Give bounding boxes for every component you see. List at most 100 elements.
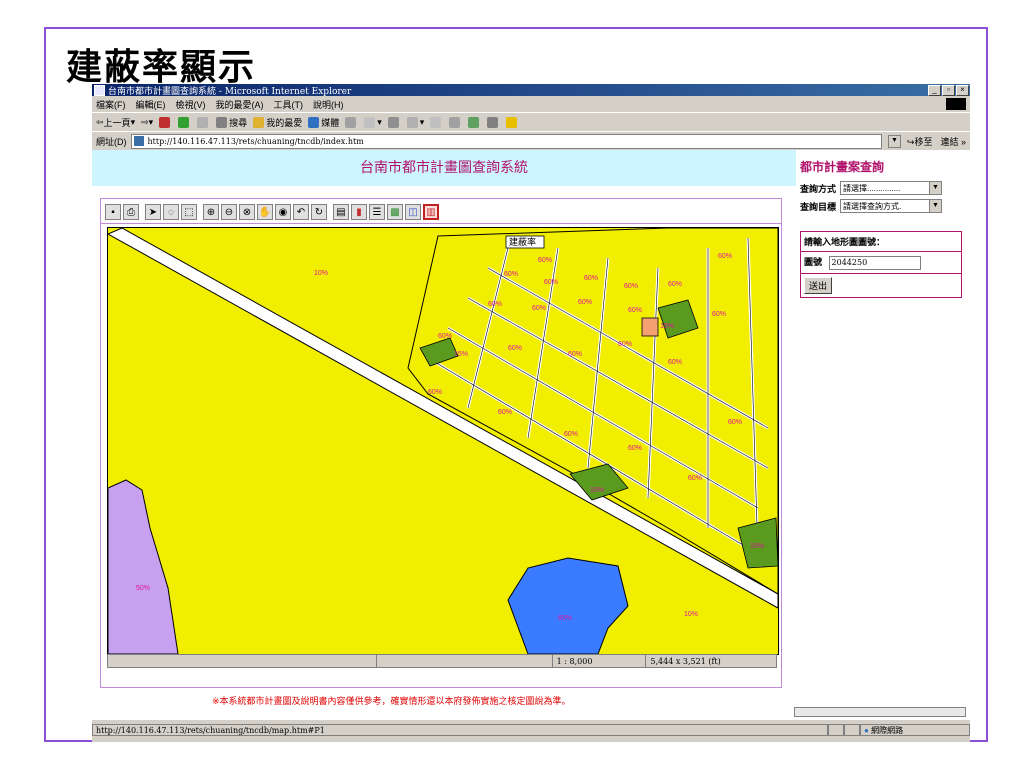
media-icon bbox=[308, 116, 320, 128]
map-canvas[interactable]: 建蔽率 10% 60% 60% 60% 60% 60% 60% 60% 60% … bbox=[107, 227, 779, 655]
document-icon: ▤ bbox=[336, 206, 346, 218]
search-button[interactable]: 搜尋 bbox=[216, 116, 247, 129]
overview-tool[interactable]: ◫ bbox=[405, 204, 421, 220]
layer-tool[interactable]: ☰ bbox=[369, 204, 385, 220]
maximize-button[interactable]: ▫ bbox=[942, 84, 955, 96]
map-status-cell-2 bbox=[377, 655, 553, 667]
previous-extent-tool[interactable]: ↶ bbox=[293, 204, 309, 220]
address-dropdown[interactable]: ▼ bbox=[887, 134, 901, 148]
map-status-cell-1 bbox=[108, 655, 378, 667]
address-url: http://140.116.47.113/rets/chuaning/tncd… bbox=[147, 136, 364, 146]
rect-select-tool[interactable]: ⬚ bbox=[181, 204, 197, 220]
print-tool[interactable]: ⎙ bbox=[123, 204, 139, 220]
menu-file[interactable]: 檔案(F) bbox=[96, 98, 126, 111]
previous-icon: ↶ bbox=[296, 206, 306, 218]
research-icon bbox=[449, 116, 461, 128]
map-label: 15% bbox=[660, 323, 674, 330]
query-method-value: 請選擇............... bbox=[843, 183, 901, 193]
menu-bar: 檔案(F) 編輯(E) 檢視(V) 我的最愛(A) 工具(T) 說明(H) bbox=[92, 96, 970, 113]
zoom-out-icon: ⊖ bbox=[224, 206, 234, 218]
query-method-row: 查詢方式 請選擇............... ▼ bbox=[800, 181, 970, 195]
circle-select-tool[interactable]: ◌ bbox=[163, 204, 179, 220]
zoom-box-tool[interactable]: ⊗ bbox=[239, 204, 255, 220]
refresh-map-tool[interactable]: ↻ bbox=[311, 204, 327, 220]
status-cell bbox=[828, 724, 844, 736]
map-label: 60% bbox=[568, 351, 582, 358]
minimize-button[interactable]: _ bbox=[928, 84, 941, 96]
coverage-ratio-icon: ▥ bbox=[426, 206, 436, 218]
query-panel: 都市計畫案查詢 查詢方式 請選擇............... ▼ 查詢目標 請… bbox=[800, 158, 970, 298]
map-status-bar: 1 : 8,000 5,444 x 3,521 (ft) bbox=[107, 654, 777, 668]
menu-view[interactable]: 檢視(V) bbox=[176, 98, 206, 111]
mail-button[interactable]: ▾ bbox=[364, 116, 382, 128]
refresh-button[interactable] bbox=[178, 116, 191, 128]
links-button[interactable]: 連結 » bbox=[940, 135, 966, 148]
sheet-search-box: 請輸入地形圖圖號： 圖號 送出 bbox=[800, 231, 962, 298]
stop-button[interactable] bbox=[159, 116, 172, 128]
zoning-color-icon: ▩ bbox=[390, 206, 400, 218]
horizontal-scrollbar[interactable] bbox=[794, 707, 966, 717]
identify-tool[interactable]: ▤ bbox=[333, 204, 349, 220]
research-button[interactable] bbox=[449, 116, 462, 128]
globe-icon: ● bbox=[864, 725, 869, 735]
home-button[interactable] bbox=[197, 116, 210, 128]
menu-tools[interactable]: 工具(T) bbox=[274, 98, 304, 111]
menu-help[interactable]: 說明(H) bbox=[313, 98, 344, 111]
close-button[interactable]: × bbox=[956, 84, 969, 96]
edit-icon bbox=[406, 116, 418, 128]
query-method-select[interactable]: 請選擇............... ▼ bbox=[840, 181, 943, 195]
favorites-button[interactable]: 我的最愛 bbox=[253, 116, 302, 129]
map-label: 60% bbox=[538, 257, 552, 264]
map-label: 60% bbox=[488, 301, 502, 308]
submit-button[interactable]: 送出 bbox=[804, 276, 833, 294]
map-label: 60% bbox=[558, 615, 572, 622]
zoom-out-tool[interactable]: ⊖ bbox=[221, 204, 237, 220]
favorites-icon bbox=[253, 116, 265, 128]
zoom-in-tool[interactable]: ⊕ bbox=[203, 204, 219, 220]
forward-button[interactable]: ⇨ ▾ bbox=[141, 117, 153, 128]
menu-favorites[interactable]: 我的最愛(A) bbox=[216, 98, 264, 111]
full-extent-tool[interactable]: ◉ bbox=[275, 204, 291, 220]
save-tool[interactable]: ▪ bbox=[105, 204, 121, 220]
coverage-ratio-tool[interactable]: ▥ bbox=[423, 204, 439, 220]
address-input[interactable]: http://140.116.47.113/rets/chuaning/tncd… bbox=[130, 133, 882, 149]
back-button[interactable]: ⇦ 上一頁 ▾ bbox=[96, 116, 135, 129]
disclaimer-text: ※本系統都市計畫圖及說明書內容僅供參考，確實情形還以本府發佈實施之核定圖說為準。 bbox=[212, 696, 571, 706]
map-label: 60% bbox=[584, 275, 598, 282]
menu-edit[interactable]: 編輯(E) bbox=[136, 98, 166, 111]
submit-row: 送出 bbox=[801, 274, 961, 297]
zoning-tool[interactable]: ▩ bbox=[387, 204, 403, 220]
print-icon: ⎙ bbox=[127, 206, 135, 218]
toolbar-extra-button[interactable] bbox=[487, 116, 500, 128]
print-button[interactable] bbox=[387, 116, 401, 128]
mail-icon bbox=[364, 116, 376, 128]
query-target-select[interactable]: 請選擇查詢方式. ▼ bbox=[840, 199, 943, 213]
refresh-icon bbox=[178, 116, 190, 128]
map-label: 60% bbox=[544, 279, 558, 286]
toolbar-addon-button[interactable] bbox=[506, 116, 519, 128]
home-icon bbox=[197, 116, 209, 128]
circle-select-icon: ◌ bbox=[168, 206, 174, 218]
pan-tool[interactable]: ✋ bbox=[257, 204, 273, 220]
sheet-prompt: 請輸入地形圖圖號： bbox=[801, 232, 961, 252]
discuss-icon bbox=[430, 116, 442, 128]
map-label: 60% bbox=[564, 431, 578, 438]
go-button[interactable]: ↪移至 bbox=[907, 135, 933, 148]
edit-button[interactable]: ▾ bbox=[406, 116, 424, 128]
history-button[interactable] bbox=[345, 116, 358, 128]
map-label: 50% bbox=[136, 585, 150, 592]
sheet-number-input[interactable] bbox=[828, 255, 921, 270]
windows-logo-icon bbox=[946, 98, 966, 110]
map-label: 60% bbox=[668, 359, 682, 366]
status-cell bbox=[844, 724, 860, 736]
media-button[interactable]: 媒體 bbox=[308, 116, 339, 129]
legend-tool[interactable]: ▮ bbox=[351, 204, 367, 220]
ie-window: 台南市都市計畫圖查詢系統 - Microsoft Internet Explor… bbox=[92, 84, 970, 742]
messenger-button[interactable] bbox=[468, 116, 481, 128]
map-label: 60% bbox=[718, 253, 732, 260]
pointer-tool[interactable]: ➤ bbox=[145, 204, 161, 220]
map-label: 60% bbox=[712, 311, 726, 318]
print-icon bbox=[387, 116, 399, 128]
map-extent: 5,444 x 3,521 (ft) bbox=[650, 656, 721, 666]
discuss-button[interactable] bbox=[430, 116, 443, 128]
